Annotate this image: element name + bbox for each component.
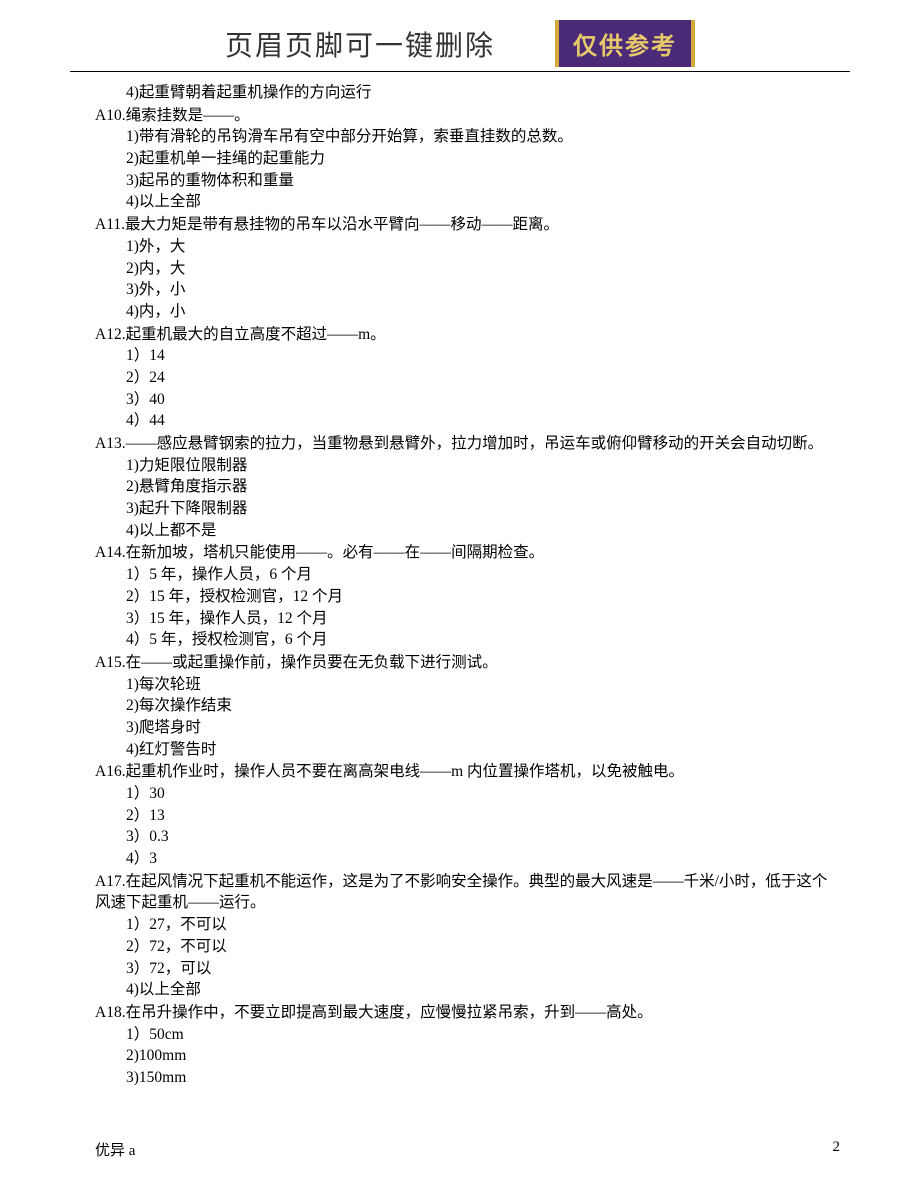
question-block: A18.在吊升操作中，不要立即提高到最大速度，应慢慢拉紧吊索，升到——高处。1）… [95, 1002, 840, 1089]
question-option: 1）30 [95, 783, 840, 805]
question-stem: A14.在新加坡，塔机只能使用——。必有——在——间隔期检查。 [95, 542, 840, 564]
question-block: A10.绳索挂数是——。1)带有滑轮的吊钩滑车吊有空中部分开始算，索垂直挂数的总… [95, 105, 840, 213]
question-block: A14.在新加坡，塔机只能使用——。必有——在——间隔期检查。1）5 年，操作人… [95, 542, 840, 650]
question-option: 4）44 [95, 410, 840, 432]
questions-container: A10.绳索挂数是——。1)带有滑轮的吊钩滑车吊有空中部分开始算，索垂直挂数的总… [95, 105, 840, 1089]
question-option: 3）40 [95, 389, 840, 411]
question-option: 1）27，不可以 [95, 914, 840, 936]
footer-left: 优异 a [95, 1139, 135, 1160]
question-option: 3）15 年，操作人员，12 个月 [95, 608, 840, 630]
question-option: 1）50cm [95, 1024, 840, 1046]
question-option: 3)起吊的重物体积和重量 [95, 170, 840, 192]
question-option: 2)每次操作结束 [95, 695, 840, 717]
question-block: A15.在——或起重操作前，操作员要在无负载下进行测试。1)每次轮班2)每次操作… [95, 652, 840, 760]
question-option: 4）3 [95, 848, 840, 870]
question-option: 1)外，大 [95, 236, 840, 258]
question-option: 4)以上全部 [95, 979, 840, 1001]
question-stem: A11.最大力矩是带有悬挂物的吊车以沿水平臂向——移动——距离。 [95, 214, 840, 236]
question-option: 2)内，大 [95, 258, 840, 280]
question-stem: A18.在吊升操作中，不要立即提高到最大速度，应慢慢拉紧吊索，升到——高处。 [95, 1002, 840, 1024]
question-option: 2）15 年，授权检测官，12 个月 [95, 586, 840, 608]
question-option: 2）24 [95, 367, 840, 389]
question-option: 1)力矩限位限制器 [95, 455, 840, 477]
question-option: 1）14 [95, 345, 840, 367]
page-footer: 优异 a 2 [0, 1089, 920, 1180]
question-stem: A17.在起风情况下起重机不能运作，这是为了不影响安全操作。典型的最大风速是——… [95, 871, 840, 914]
question-block: A17.在起风情况下起重机不能运作，这是为了不影响安全操作。典型的最大风速是——… [95, 871, 840, 1001]
footer-page-number: 2 [833, 1139, 841, 1160]
question-option: 1）5 年，操作人员，6 个月 [95, 564, 840, 586]
page-header: 页眉页脚可一键删除 仅供参考 [0, 0, 920, 71]
question-option: 2)悬臂角度指示器 [95, 476, 840, 498]
question-option: 3）0.3 [95, 826, 840, 848]
question-stem: A12.起重机最大的自立高度不超过——m。 [95, 324, 840, 346]
question-option: 2)100mm [95, 1045, 840, 1067]
content-body: 4)起重臂朝着起重机操作的方向运行 A10.绳索挂数是——。1)带有滑轮的吊钩滑… [0, 72, 920, 1089]
header-title: 页眉页脚可一键删除 [225, 24, 495, 64]
question-option: 4）5 年，授权检测官，6 个月 [95, 629, 840, 651]
page-root: 页眉页脚可一键删除 仅供参考 4)起重臂朝着起重机操作的方向运行 A10.绳索挂… [0, 0, 920, 1180]
question-stem: A16.起重机作业时，操作人员不要在离高架电线——m 内位置操作塔机，以免被触电… [95, 761, 840, 783]
question-option: 1)带有滑轮的吊钩滑车吊有空中部分开始算，索垂直挂数的总数。 [95, 126, 840, 148]
question-option: 2）72，不可以 [95, 936, 840, 958]
header-badge: 仅供参考 [555, 20, 695, 67]
question-stem: A13.——感应悬臂钢索的拉力，当重物悬到悬臂外，拉力增加时，吊运车或俯仰臂移动… [95, 433, 840, 455]
question-option: 3)150mm [95, 1067, 840, 1089]
question-block: A16.起重机作业时，操作人员不要在离高架电线——m 内位置操作塔机，以免被触电… [95, 761, 840, 869]
question-stem: A10.绳索挂数是——。 [95, 105, 840, 127]
question-option: 3)起升下降限制器 [95, 498, 840, 520]
question-option: 1)每次轮班 [95, 674, 840, 696]
question-option: 4)以上全部 [95, 191, 840, 213]
question-option: 3)外，小 [95, 279, 840, 301]
question-block: A11.最大力矩是带有悬挂物的吊车以沿水平臂向——移动——距离。1)外，大2)内… [95, 214, 840, 322]
question-block: A13.——感应悬臂钢索的拉力，当重物悬到悬臂外，拉力增加时，吊运车或俯仰臂移动… [95, 433, 840, 541]
question-option: 3）72，可以 [95, 958, 840, 980]
question-stem: A15.在——或起重操作前，操作员要在无负载下进行测试。 [95, 652, 840, 674]
question-option: 4)以上都不是 [95, 520, 840, 542]
question-block: A12.起重机最大的自立高度不超过——m。1）142）243）404）44 [95, 324, 840, 432]
orphan-option: 4)起重臂朝着起重机操作的方向运行 [95, 82, 840, 104]
question-option: 2)起重机单一挂绳的起重能力 [95, 148, 840, 170]
question-option: 3)爬塔身时 [95, 717, 840, 739]
question-option: 2）13 [95, 805, 840, 827]
question-option: 4)红灯警告时 [95, 739, 840, 761]
question-option: 4)内，小 [95, 301, 840, 323]
